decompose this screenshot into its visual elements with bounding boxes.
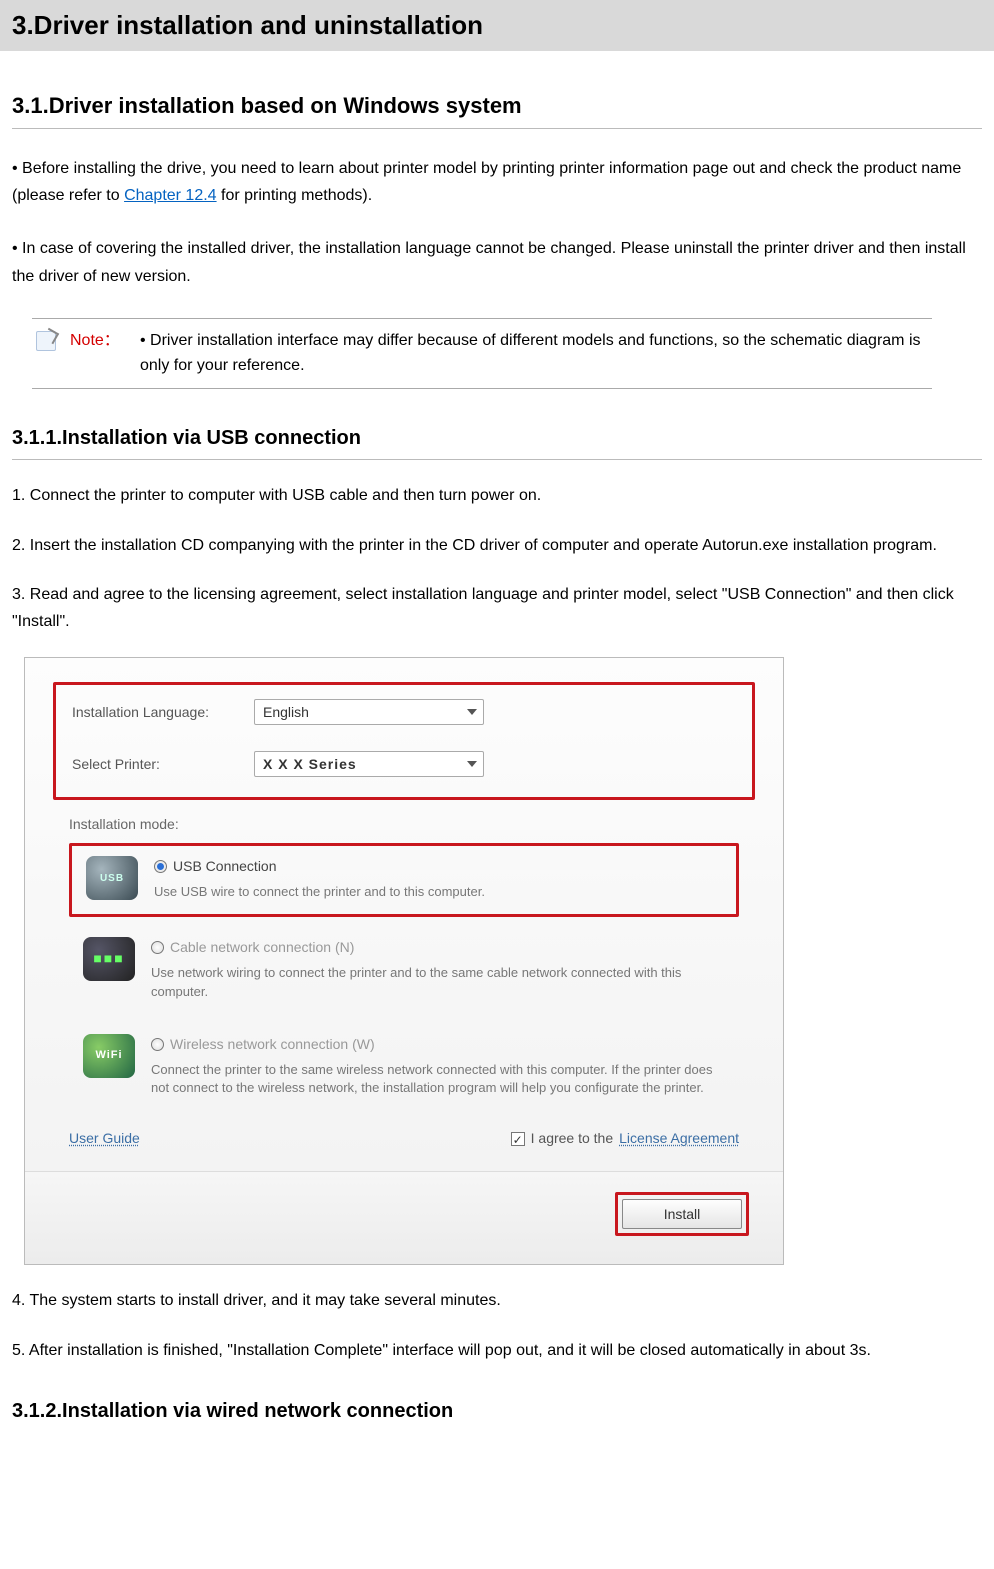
mode-desc-usb: Use USB wire to connect the printer and … <box>154 883 722 902</box>
radio-usb[interactable] <box>154 860 167 873</box>
note-box: Note： • Driver installation interface ma… <box>32 318 932 390</box>
agree-text: I agree to the <box>531 1128 614 1149</box>
mode-desc-wireless: Connect the printer to the same wireless… <box>151 1061 725 1099</box>
dropdown-language-value: English <box>263 702 309 723</box>
step-5: 5. After installation is finished, "Inst… <box>12 1337 982 1364</box>
paragraph-1: • Before installing the drive, you need … <box>12 155 982 209</box>
mode-desc-cable: Use network wiring to connect the printe… <box>151 964 725 1002</box>
checkbox-agree[interactable] <box>511 1132 525 1146</box>
mode-option-wireless[interactable]: Wireless network connection (W) Connect … <box>69 1024 739 1111</box>
install-button[interactable]: Install <box>622 1199 742 1229</box>
radio-wireless-label: Wireless network connection (W) <box>170 1034 375 1055</box>
radio-wireless[interactable] <box>151 1038 164 1051</box>
step-2: 2. Insert the installation CD companying… <box>12 532 982 559</box>
installer-dialog: Installation Language: English Select Pr… <box>24 657 784 1265</box>
note-label: Note： <box>70 329 126 353</box>
chevron-down-icon <box>467 709 477 715</box>
note-text: • Driver installation interface may diff… <box>140 329 928 379</box>
highlight-frame-top: Installation Language: English Select Pr… <box>53 682 755 800</box>
label-installation-mode: Installation mode: <box>69 814 739 835</box>
link-license-agreement[interactable]: License Agreement <box>619 1128 739 1149</box>
heading-3-wired: 3.1.2.Installation via wired network con… <box>12 1396 982 1426</box>
radio-cable[interactable] <box>151 941 164 954</box>
highlight-frame-install: Install <box>615 1192 749 1236</box>
row-language: Installation Language: English <box>72 699 736 725</box>
label-printer: Select Printer: <box>72 754 242 775</box>
dropdown-language[interactable]: English <box>254 699 484 725</box>
radio-line-cable[interactable]: Cable network connection (N) <box>151 937 725 958</box>
step-4: 4. The system starts to install driver, … <box>12 1287 982 1314</box>
row-printer: Select Printer: X X X Series <box>72 751 736 777</box>
wifi-icon <box>83 1034 135 1078</box>
step-3: 3. Read and agree to the licensing agree… <box>12 581 982 635</box>
mode-body: Cable network connection (N) Use network… <box>151 937 725 1002</box>
radio-line-usb[interactable]: USB Connection <box>154 856 722 877</box>
bottom-row: User Guide I agree to the License Agreem… <box>69 1128 739 1149</box>
link-chapter-12-4[interactable]: Chapter 12.4 <box>124 187 217 204</box>
radio-cable-label: Cable network connection (N) <box>170 937 354 958</box>
note-icon <box>36 331 56 351</box>
radio-usb-label: USB Connection <box>173 856 277 877</box>
section-body: 3.1.Driver installation based on Windows… <box>0 89 994 1426</box>
agree-group: I agree to the License Agreement <box>511 1128 739 1149</box>
dropdown-printer-value: X X X Series <box>263 754 357 775</box>
chevron-down-icon <box>467 761 477 767</box>
heading-1: 3.Driver installation and uninstallation <box>0 0 994 51</box>
step-1: 1. Connect the printer to computer with … <box>12 482 982 509</box>
dropdown-printer[interactable]: X X X Series <box>254 751 484 777</box>
mode-option-cable[interactable]: Cable network connection (N) Use network… <box>69 927 739 1014</box>
radio-line-wireless[interactable]: Wireless network connection (W) <box>151 1034 725 1055</box>
paragraph-2: • In case of covering the installed driv… <box>12 235 982 289</box>
mode-body: USB Connection Use USB wire to connect t… <box>154 856 722 902</box>
label-language: Installation Language: <box>72 702 242 723</box>
mode-body: Wireless network connection (W) Connect … <box>151 1034 725 1099</box>
text: for printing methods). <box>217 187 373 204</box>
link-user-guide[interactable]: User Guide <box>69 1128 140 1149</box>
heading-3-usb: 3.1.1.Installation via USB connection <box>12 423 982 460</box>
mode-option-usb[interactable]: USB Connection Use USB wire to connect t… <box>69 843 739 917</box>
heading-2: 3.1.Driver installation based on Windows… <box>12 89 982 129</box>
button-row: Install <box>25 1171 783 1264</box>
ethernet-icon <box>83 937 135 981</box>
usb-icon <box>86 856 138 900</box>
